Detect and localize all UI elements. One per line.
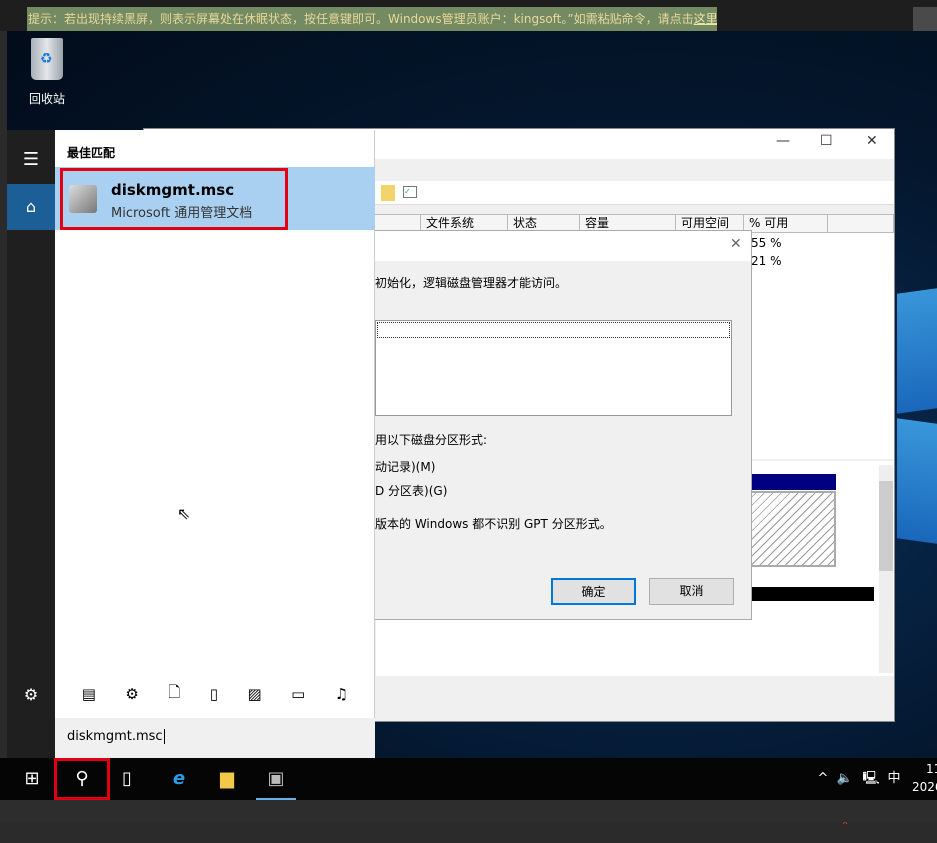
ime-indicator[interactable]: 中 [884,758,904,800]
col-empty [828,214,894,233]
best-match-label: 最佳匹配 [67,146,116,160]
hint-banner: 提示：若出现持续黑屏，则表示屏幕处在休眠状态，按任意键即可。Windows管理员… [27,7,717,31]
mbr-option[interactable]: 动记录)(M) [375,458,435,475]
internet-explorer-icon[interactable]: e [162,758,196,800]
recycle-bin-icon: ♻ [31,38,63,80]
ok-button[interactable]: 确定 [551,578,636,605]
cancel-button[interactable]: 取消 [649,578,734,605]
start-search-panel: 最佳匹配 diskmgmt.msc Microsoft 通用管理文档 ⇖ ▤ ⚙… [55,130,375,758]
dialog-title-bar: ✕ [375,231,751,261]
vertical-scrollbar[interactable] [879,465,893,673]
search-input-value: diskmgmt.msc [67,729,163,744]
partition-header-2 [746,587,874,601]
gpt-option[interactable]: D 分区表)(G) [375,482,447,499]
maximize-button[interactable]: ☐ [820,133,833,149]
col-percent-free[interactable]: % 可用 [744,214,828,233]
percent-free-value: 21 % [751,254,782,268]
checklist-icon[interactable]: ✓ [403,186,417,198]
folder-icon[interactable]: ▯ [210,685,218,703]
disk-list-item[interactable] [377,322,730,338]
volume-muted-icon[interactable]: 🔈x [835,758,855,827]
network-icon[interactable]: 🖳 [862,758,880,800]
partition-style-prompt: 用以下磁盘分区形式: [375,433,488,447]
gpt-note: 版本的 Windows 都不识别 GPT 分区形式。 [375,517,612,531]
percent-free-value: 55 % [751,236,782,250]
disk-list[interactable] [375,320,732,416]
mouse-cursor-icon: ⇖ [177,504,191,523]
show-hidden-icons-icon[interactable]: ^ [815,758,831,800]
initialize-disk-dialog: ✕ 初始化，逻辑磁盘管理器才能访问。 用以下磁盘分区形式: 动记录)(M) D … [375,230,752,620]
task-view-icon[interactable]: ▯ [112,758,142,800]
dialog-close-button[interactable]: ✕ [730,236,742,252]
recycle-bin-label: 回收站 [28,92,65,106]
minimize-button[interactable]: — [776,133,790,149]
clock-time[interactable]: 11 [926,762,937,776]
videos-icon[interactable]: ▭ [291,685,305,703]
photos-icon[interactable]: ▨ [248,685,262,703]
close-button[interactable]: ✕ [866,133,878,149]
banner-link[interactable]: 这里 [694,12,717,26]
windows-logo-wallpaper-lower [897,418,937,544]
remote-bottom-bar [0,800,937,822]
windows-logo-wallpaper [897,288,937,414]
search-button-icon[interactable]: ⚲ [54,758,110,800]
music-icon[interactable]: ♫ [335,685,348,703]
recycle-bin[interactable]: ♻ 回收站 [25,38,69,108]
clock-date[interactable]: 2026 [912,780,937,794]
search-input[interactable]: diskmgmt.msc [55,718,375,758]
start-rail: ☰ ⌂ ⚙ [7,130,55,758]
taskbar: ⊞ ⚲ ▯ e ▆ ▣ ^ 🔈x 🖳 中 11 2026 [0,758,937,827]
search-folder-icon[interactable] [381,185,395,201]
document-icon[interactable]: 🗋 [168,682,180,707]
settings-icon[interactable]: ⚙ [7,672,55,718]
file-explorer-icon[interactable]: ▆ [212,758,242,800]
apps-icon[interactable]: ▤ [82,685,96,703]
banner-text: 提示：若出现持续黑屏，则表示屏幕处在休眠状态，按任意键即可。Windows管理员… [28,12,694,26]
unallocated-partition[interactable] [746,491,836,567]
search-filters: ▤ ⚙ 🗋 ▯ ▨ ▭ ♫ [55,670,375,718]
hamburger-menu-icon[interactable]: ☰ [7,137,55,183]
disk-management-taskbar-icon[interactable]: ▣ [256,758,296,800]
top-right-panel [913,7,937,31]
settings-icon[interactable]: ⚙ [125,685,138,703]
dialog-message: 初始化，逻辑磁盘管理器才能访问。 [375,276,568,290]
home-icon[interactable]: ⌂ [7,184,55,230]
partition-header [746,474,836,490]
start-button-windows-icon[interactable]: ⊞ [14,758,50,800]
highlight-box [60,168,288,230]
